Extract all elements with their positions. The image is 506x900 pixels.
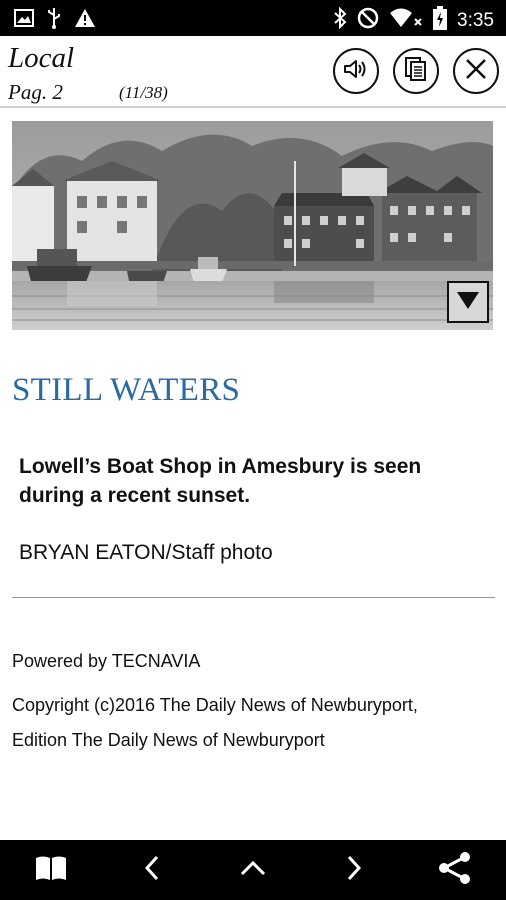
pages-icon [404,56,428,87]
page-view-button[interactable] [393,48,439,94]
triangle-down-icon [455,289,481,316]
bottom-nav-bar [0,840,506,900]
page-label: Pag. 2 [8,80,63,104]
library-button[interactable] [31,850,71,890]
expand-photo-button[interactable] [447,281,489,323]
wifi-icon [389,7,423,34]
book-icon [34,854,68,887]
share-button[interactable] [435,850,475,890]
header-divider [0,106,506,108]
page-count: (11/38) [119,83,168,102]
powered-by-text: Powered by TECNAVIA [12,651,201,671]
next-button[interactable] [334,850,374,890]
image-icon [14,9,34,32]
article-headline: STILL WATERS [12,372,241,408]
usb-icon [46,7,62,34]
close-icon [464,57,488,86]
section-title: Local [8,42,75,74]
copyright-text: Copyright (c)2016 The Daily News of Newb… [12,695,418,750]
speaker-icon [343,58,369,85]
content-divider [12,597,495,598]
up-icon [239,859,267,882]
header: Local Pag. 2 (11/38) [0,36,506,108]
up-button[interactable] [233,850,273,890]
status-bar: 3:35 [0,0,506,36]
forward-icon [345,854,363,887]
photo-caption: Lowell’s Boat Shop in Amesbury is seen d… [19,455,422,507]
photo-credit: BRYAN EATON/Staff photo [19,541,273,564]
back-icon [143,854,161,887]
share-icon [437,850,473,891]
do-not-disturb-icon [357,7,379,34]
bluetooth-icon [333,6,347,34]
previous-button[interactable] [132,850,172,890]
close-button[interactable] [453,48,499,94]
article-photo[interactable] [12,121,493,330]
read-aloud-button[interactable] [333,48,379,94]
battery-charging-icon [433,6,448,35]
clock: 3:35 [457,9,494,31]
warning-icon [74,8,96,33]
